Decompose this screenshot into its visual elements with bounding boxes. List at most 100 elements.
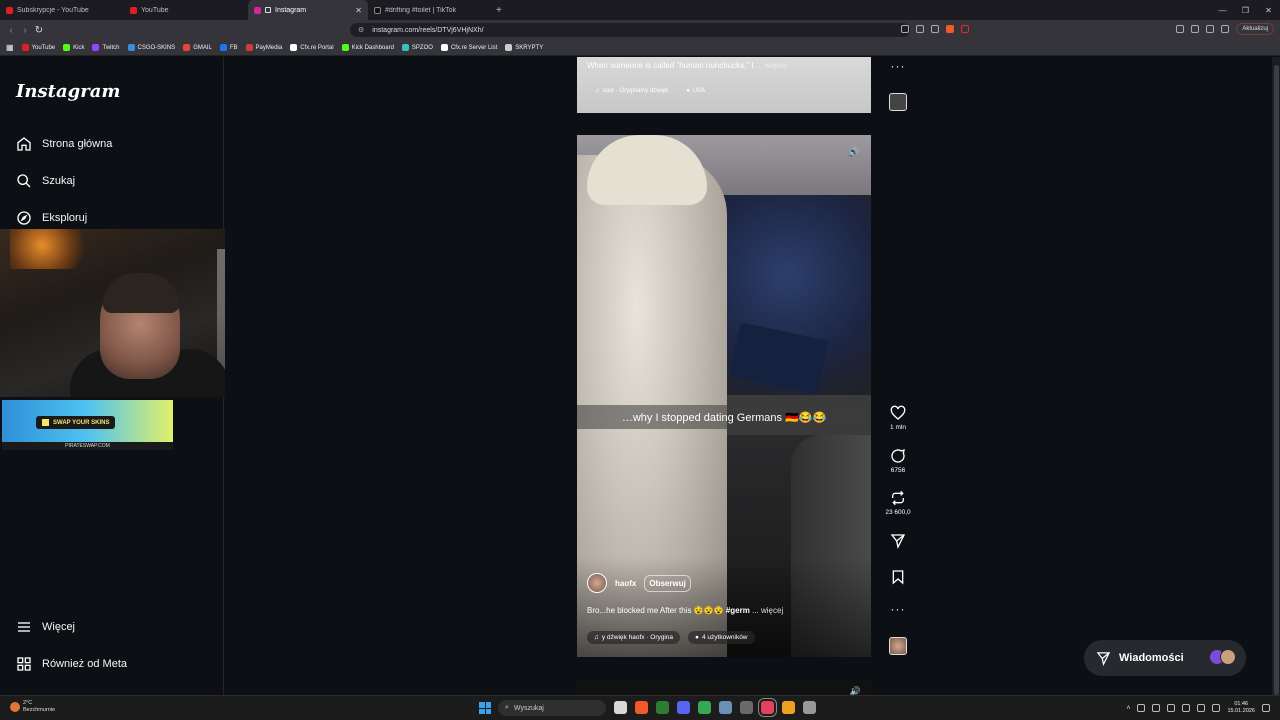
url-field[interactable]: ⚙ instagram.com/reels/DTVj6VHjNXh/ [350,23,910,37]
settings-icon[interactable] [740,701,753,714]
zoom-icon[interactable] [916,25,925,33]
music-icon[interactable] [1176,25,1185,33]
nav-search[interactable]: Szukaj [16,173,75,189]
tab-tiktok[interactable]: #drifting #toilet | TikTok [368,0,492,20]
update-button[interactable]: Aktualizuj [1236,23,1274,35]
follow-button[interactable]: Obserwuj [644,574,691,592]
hashtag-link[interactable]: #germ [726,606,750,615]
bookmark-label: Kick Dashboard [351,44,394,51]
sidebar-icon[interactable] [1191,25,1200,33]
weather-widget[interactable]: 2°C Bezchmurnie [10,700,55,714]
mic-icon[interactable] [1167,704,1176,712]
like-button[interactable]: 1 mln [880,405,916,431]
speaker-icon[interactable] [1152,704,1161,712]
bookmark-item[interactable]: PayMedia [245,44,282,51]
brave-shield-icon[interactable] [946,25,955,33]
prev-more-options[interactable]: ··· [880,59,916,73]
instagram-logo[interactable]: Instagram [16,81,120,102]
scrollbar-thumb[interactable] [1274,65,1279,695]
bookmark-item[interactable]: CSGO-SKINS [127,44,175,51]
taskbar-search[interactable]: ⌕ Wyszukaj [498,700,606,716]
bookmark-item[interactable]: Kick [63,44,84,51]
nav-home[interactable]: Strona główna [16,136,112,152]
tab-youtube[interactable]: YouTube [124,0,248,20]
tab-youtube-subscriptions[interactable]: Subskrypcje - YouTube [0,0,124,20]
clock[interactable]: 01:46 15.01.2026 [1227,701,1255,715]
share-icon[interactable] [931,25,940,33]
nav-also-from-meta[interactable]: Również od Meta [16,656,127,672]
author-avatar[interactable] [587,573,607,593]
streamer-hair [103,273,179,313]
audio-thumb[interactable] [880,637,916,655]
rewards-icon[interactable] [961,25,970,33]
url-text[interactable]: instagram.com/reels/DTVj6VHjNXh/ [372,27,483,34]
calculator-icon[interactable] [719,701,732,714]
nav-more[interactable]: Więcej [16,619,75,635]
close-window-icon[interactable]: ✕ [1257,6,1280,15]
repost-button[interactable]: 23 600,0 [880,490,916,516]
prev-audio-thumb[interactable] [880,93,916,111]
music-note-icon: ♫ [594,634,599,641]
bookmark-item[interactable]: Twitch [92,44,120,51]
minimize-icon[interactable]: — [1211,6,1234,15]
messages-button[interactable]: Wiadomości [1084,640,1246,676]
share-button[interactable] [880,533,916,549]
chevron-up-icon[interactable]: ˄ [1126,705,1130,712]
bookmark-item[interactable]: SPZOO [401,44,433,51]
vpn-app-icon[interactable] [758,698,777,717]
reload-icon[interactable]: ↻ [32,25,46,36]
heart-icon [890,405,906,420]
users-chip[interactable]: ● 4 użytkowników [688,631,755,644]
notifications-icon[interactable] [1262,704,1270,712]
send-icon [1096,651,1111,666]
restore-icon[interactable]: ❐ [1234,6,1257,15]
bookmark-favicon-icon [63,44,71,51]
bookmark-item[interactable]: FB [219,44,238,51]
reels-feed: When someone is called "human nunchucks,… [225,57,1280,700]
file-explorer-icon[interactable] [614,701,627,714]
discord-icon[interactable] [677,701,690,714]
brave-icon[interactable] [635,701,648,714]
xbox-icon[interactable] [656,701,669,714]
reel-more-link[interactable]: ... więcej [752,606,783,615]
save-button[interactable] [880,569,916,585]
wallet-icon[interactable] [1206,25,1215,33]
back-icon[interactable]: ‹ [4,25,18,36]
network-icon[interactable] [1137,704,1146,712]
prev-more-link[interactable]: ... więcej [756,61,787,70]
more-options-button[interactable]: ··· [880,602,916,616]
start-button[interactable] [479,702,491,714]
volume-icon[interactable] [1212,704,1221,712]
bookmark-item[interactable]: Cfx.re Portal [290,44,334,51]
apps-grid-icon[interactable]: ▦ [6,43,14,52]
reel-video[interactable]: …why I stopped dating Germans 🇩🇪😂😂 🔊 hao… [577,135,871,657]
app-icon[interactable] [782,701,795,714]
close-tab-icon[interactable]: ✕ [355,6,362,15]
bookmark-item[interactable]: GMAIL [183,44,212,51]
site-info-icon[interactable]: ⚙ [358,26,364,34]
extension-icon[interactable] [901,25,910,33]
bookmark-item[interactable]: Cfx.re Server List [440,44,497,51]
author-name[interactable]: haofx [615,579,636,588]
tab-instagram[interactable]: Instagram ✕ [248,0,368,20]
gear-icon[interactable] [803,701,816,714]
prev-audio-chip[interactable]: ♫ sour · Oryginalny dźwięk [595,88,668,94]
chrome-icon[interactable] [698,701,711,714]
prev-location-chip[interactable]: ● USA [686,88,705,94]
weather-text: 2°C Bezchmurnie [23,700,55,714]
forward-icon[interactable]: › [18,25,32,36]
bookmark-item[interactable]: SKRYPTY [505,44,543,51]
audio-chip[interactable]: ♫ y dźwięk haofx · Orygina [587,631,681,644]
volume-icon[interactable]: 🔊 [847,145,861,159]
vpn-icon[interactable] [1221,25,1230,33]
wifi-icon[interactable] [1197,704,1206,712]
battery-icon[interactable] [1182,704,1191,712]
new-tab-button[interactable]: + [496,5,502,16]
speaker-icon[interactable] [265,7,271,13]
nav-explore[interactable]: Eksploruj [16,210,87,226]
bookmark-item[interactable]: Kick Dashboard [341,44,394,51]
bookmark-favicon-icon [183,44,191,51]
bookmark-item[interactable]: YouTube [21,44,55,51]
comment-button[interactable]: 6756 [880,448,916,474]
previous-reel[interactable]: When someone is called "human nunchucks,… [577,57,871,113]
